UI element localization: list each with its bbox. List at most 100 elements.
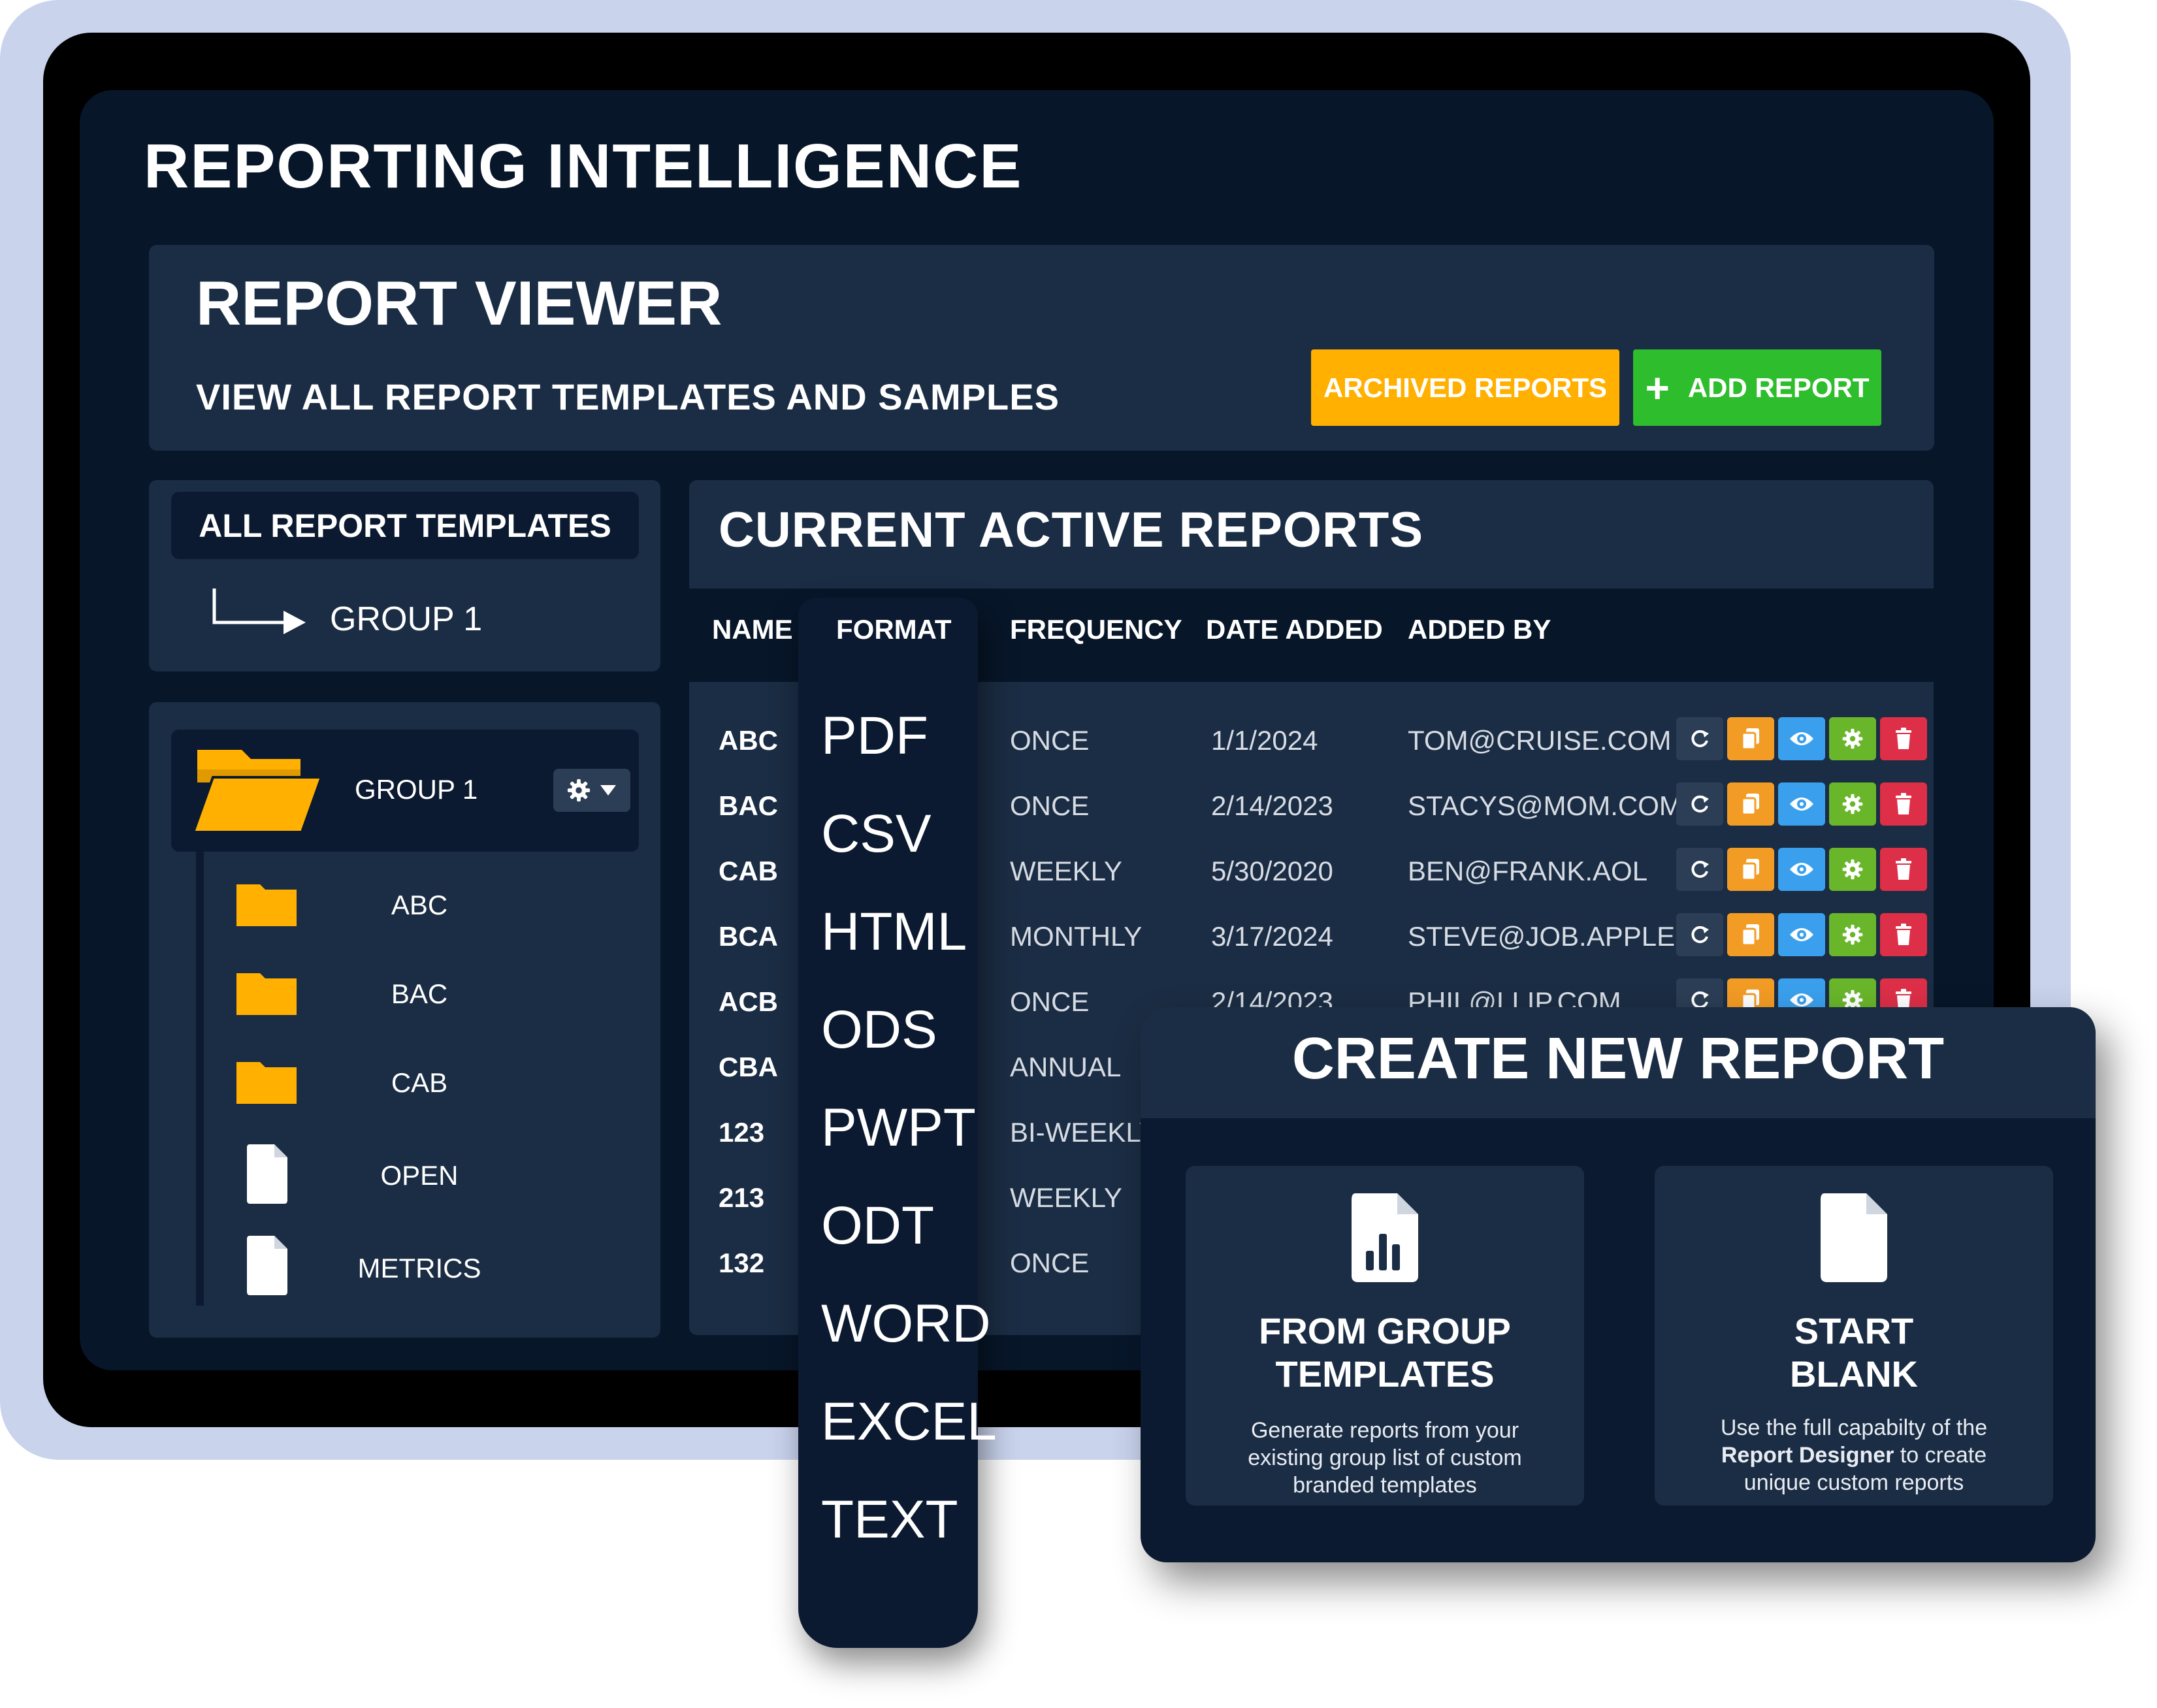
report-name-cell: CBA: [719, 1052, 778, 1082]
copy-button[interactable]: [1727, 848, 1774, 891]
copy-button[interactable]: [1727, 913, 1774, 956]
copy-button[interactable]: [1727, 782, 1774, 826]
column-header-added-by[interactable]: ADDED BY: [1408, 614, 1551, 645]
refresh-icon: [1689, 728, 1711, 750]
from-group-desc-1: Generate reports from your: [1250, 1418, 1519, 1443]
view-button[interactable]: [1778, 782, 1825, 826]
tree-group-label: GROUP 1: [355, 774, 478, 805]
group-settings-dropdown[interactable]: [553, 769, 630, 812]
format-option-ods[interactable]: ODS: [821, 999, 937, 1061]
all-report-templates-tab[interactable]: ALL REPORT TEMPLATES: [171, 492, 639, 559]
report-added-by-cell: STEVE@JOB.APPLE: [1408, 921, 1676, 952]
delete-button[interactable]: [1880, 848, 1927, 891]
settings-button[interactable]: [1829, 913, 1876, 956]
tree-item-abc[interactable]: ABC: [321, 890, 517, 921]
report-designer-label: Report Designer: [1721, 1443, 1894, 1468]
settings-button[interactable]: [1829, 848, 1876, 891]
refresh-icon: [1689, 793, 1711, 815]
gear-icon: [567, 779, 591, 802]
start-blank-title-1: START: [1794, 1310, 1914, 1351]
tree-item-metrics[interactable]: METRICS: [321, 1253, 517, 1284]
archived-reports-button[interactable]: ARCHIVED REPORTS: [1311, 349, 1619, 426]
start-blank-desc-2: Report Designer to create: [1655, 1442, 2053, 1469]
settings-button[interactable]: [1829, 782, 1876, 826]
format-option-text[interactable]: TEXT: [821, 1489, 958, 1551]
format-option-odt[interactable]: ODT: [821, 1195, 934, 1257]
report-viewer-title: REPORT VIEWER: [196, 268, 722, 338]
report-name-cell: 213: [719, 1182, 765, 1213]
plus-icon: +: [1645, 364, 1670, 411]
view-button[interactable]: [1778, 913, 1825, 956]
refresh-button[interactable]: [1676, 782, 1723, 826]
refresh-button[interactable]: [1676, 913, 1723, 956]
tree-item-open[interactable]: OPEN: [321, 1160, 517, 1191]
tree-item-cab[interactable]: CAB: [321, 1067, 517, 1099]
delete-button[interactable]: [1880, 913, 1927, 956]
trash-icon: [1894, 728, 1913, 750]
refresh-button[interactable]: [1676, 848, 1723, 891]
column-header-date-added[interactable]: DATE ADDED: [1206, 614, 1383, 645]
format-option-html[interactable]: HTML: [821, 901, 967, 963]
report-frequency-cell: ONCE: [1010, 986, 1090, 1017]
gear-icon: [1841, 858, 1864, 880]
report-frequency-cell: ONCE: [1010, 725, 1090, 756]
folder-icon: [236, 1062, 297, 1104]
from-group-desc-3: branded templates: [1293, 1473, 1477, 1498]
tree-item-bac[interactable]: BAC: [321, 978, 517, 1010]
start-blank-card[interactable]: START BLANK Use the full capabilty of th…: [1655, 1166, 2053, 1506]
row-actions: [1676, 717, 1927, 760]
column-header-name[interactable]: NAME: [712, 614, 793, 645]
template-group-link[interactable]: GROUP 1: [330, 600, 482, 639]
add-report-button[interactable]: + ADD REPORT: [1633, 349, 1881, 426]
eye-icon: [1789, 991, 1815, 1009]
row-actions: [1676, 913, 1927, 956]
format-option-pdf[interactable]: PDF: [821, 705, 928, 767]
row-actions: [1676, 782, 1927, 826]
eye-icon: [1789, 860, 1815, 878]
format-option-pwpt[interactable]: PWPT: [821, 1097, 976, 1159]
copy-icon: [1740, 792, 1761, 816]
report-name-cell: ABC: [719, 725, 778, 756]
refresh-icon: [1689, 858, 1711, 880]
copy-icon: [1740, 923, 1761, 946]
gear-icon: [1841, 728, 1864, 750]
archived-reports-label: ARCHIVED REPORTS: [1323, 372, 1608, 403]
refresh-button[interactable]: [1676, 717, 1723, 760]
format-option-excel[interactable]: EXCEL: [821, 1391, 997, 1453]
all-report-templates-label: ALL REPORT TEMPLATES: [199, 507, 611, 544]
folder-icon: [236, 884, 297, 926]
report-frequency-cell: WEEKLY: [1010, 856, 1122, 886]
format-option-word[interactable]: WORD: [821, 1293, 991, 1355]
format-option-csv[interactable]: CSV: [821, 803, 932, 865]
blank-file-icon: [1821, 1193, 1887, 1282]
eye-icon: [1789, 730, 1815, 748]
row-actions: [1676, 848, 1927, 891]
open-folder-icon: [191, 750, 323, 833]
settings-button[interactable]: [1829, 717, 1876, 760]
app-title: REPORTING INTELLIGENCE: [144, 131, 1023, 201]
tree-connector: [196, 852, 204, 1306]
report-name-cell: 123: [719, 1117, 765, 1148]
column-header-format[interactable]: FORMAT: [836, 614, 952, 645]
column-header-frequency[interactable]: FREQUENCY: [1010, 614, 1182, 645]
delete-button[interactable]: [1880, 782, 1927, 826]
report-name-cell: 132: [719, 1248, 765, 1278]
from-group-title-2: TEMPLATES: [1275, 1353, 1495, 1394]
report-frequency-cell: BI-WEEKLY: [1010, 1117, 1158, 1148]
view-button[interactable]: [1778, 848, 1825, 891]
create-dialog-title: CREATE NEW REPORT: [1291, 1026, 1945, 1091]
delete-button[interactable]: [1880, 717, 1927, 760]
refresh-icon: [1689, 924, 1711, 946]
add-report-label: ADD REPORT: [1687, 372, 1870, 403]
eye-icon: [1789, 926, 1815, 944]
gear-icon: [1841, 793, 1864, 815]
report-name-cell: BAC: [719, 790, 778, 821]
reports-title: CURRENT ACTIVE REPORTS: [719, 502, 1424, 558]
copy-icon: [1740, 727, 1761, 750]
start-blank-desc-2-rest: to create: [1894, 1443, 1987, 1468]
report-frequency-cell: ANNUAL: [1010, 1052, 1122, 1082]
view-button[interactable]: [1778, 717, 1825, 760]
from-group-templates-card[interactable]: FROM GROUP TEMPLATES Generate reports fr…: [1186, 1166, 1584, 1506]
copy-button[interactable]: [1727, 717, 1774, 760]
from-group-desc-2: existing group list of custom: [1248, 1445, 1522, 1470]
